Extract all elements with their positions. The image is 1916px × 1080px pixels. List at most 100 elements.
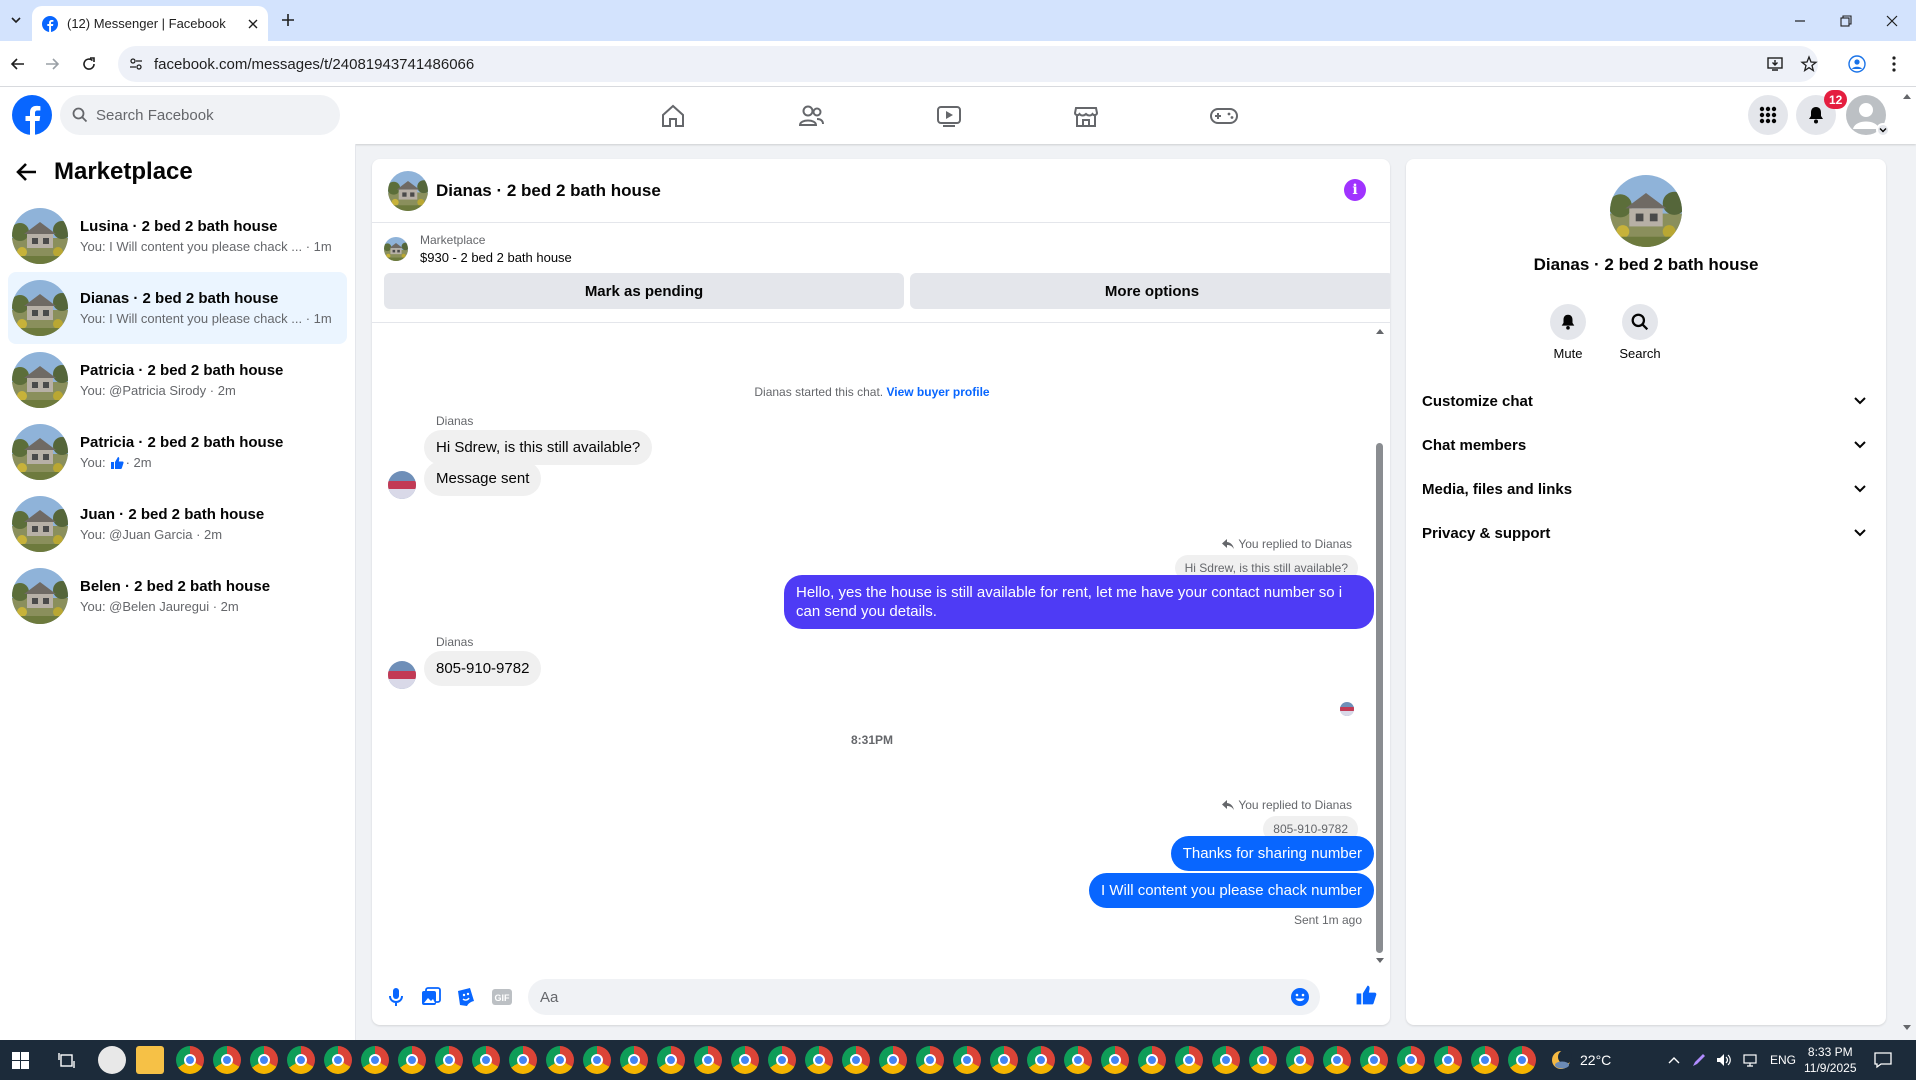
gif-icon[interactable]: GIF [490,985,514,1009]
chrome-taskbar-icon[interactable] [731,1046,759,1074]
forward-button[interactable] [40,52,64,76]
sticker-icon[interactable] [454,985,478,1009]
browser-menu-icon[interactable] [1882,52,1906,76]
chrome-taskbar-icon[interactable] [213,1046,241,1074]
chrome-taskbar-icon[interactable] [1064,1046,1092,1074]
chrome-taskbar-icon[interactable] [1027,1046,1055,1074]
chrome-taskbar-icon[interactable] [1212,1046,1240,1074]
marketplace-nav-icon[interactable] [1030,91,1142,141]
chrome-taskbar-icon[interactable] [1249,1046,1277,1074]
profile-icon[interactable] [1845,52,1869,76]
windows-start-icon[interactable] [12,1052,29,1069]
browser-tab[interactable]: (12) Messenger | Facebook [32,6,268,41]
tab-list-button[interactable] [6,10,26,30]
restore-button[interactable] [1823,0,1869,41]
chrome-taskbar-icon[interactable] [620,1046,648,1074]
menu-grid-icon[interactable] [1748,95,1788,135]
chrome-taskbar-icon[interactable] [1360,1046,1388,1074]
account-chevron-down-icon[interactable] [1876,123,1890,137]
chrome-taskbar-icon[interactable] [657,1046,685,1074]
chrome-taskbar-icon[interactable] [398,1046,426,1074]
back-button[interactable] [6,52,30,76]
install-app-icon[interactable] [1763,52,1787,76]
chrome-taskbar-icon[interactable] [324,1046,352,1074]
chrome-taskbar-icon[interactable] [509,1046,537,1074]
conversation-item[interactable]: Patricia · 2 bed 2 bath house You: · 2m [8,416,347,488]
clock[interactable]: 8:33 PM 11/9/2025 [1804,1040,1857,1080]
chrome-taskbar-icon[interactable] [768,1046,796,1074]
conversation-item[interactable]: Patricia · 2 bed 2 bath house You: @Patr… [8,344,347,416]
message-scrollbar[interactable] [1374,323,1384,969]
conversation-item[interactable]: Juan · 2 bed 2 bath house You: @Juan Gar… [8,488,347,560]
page-scrollbar[interactable] [1902,92,1912,1032]
chat-title[interactable]: Dianas · 2 bed 2 bath house [436,181,661,201]
chrome-taskbar-icon[interactable] [1397,1046,1425,1074]
chrome-taskbar-icon[interactable] [1434,1046,1462,1074]
notification-center-icon[interactable] [1874,1051,1892,1069]
mute-action[interactable]: Mute [1538,304,1598,361]
facebook-search-box[interactable] [60,95,340,135]
system-tray-icons[interactable]: ENG [1668,1040,1796,1080]
chrome-taskbar-icon[interactable] [1323,1046,1351,1074]
chrome-taskbar-icon[interactable] [1138,1046,1166,1074]
conversation-item[interactable]: Lusina · 2 bed 2 bath house You: I Will … [8,200,347,272]
chat-avatar[interactable] [388,170,428,211]
pen-icon[interactable] [1692,1053,1706,1067]
gaming-nav-icon[interactable] [1168,91,1280,141]
customize-chat-section[interactable]: Customize chat [1414,379,1878,423]
view-buyer-profile-link[interactable]: View buyer profile [886,385,989,399]
omnibox[interactable]: facebook.com/messages/t/2408194374148606… [118,46,1818,82]
weather-widget[interactable]: 22°C [1550,1040,1611,1080]
mark-as-pending-button[interactable]: Mark as pending [384,273,904,309]
chrome-taskbar-icon[interactable] [1471,1046,1499,1074]
chrome-taskbar-icon[interactable] [546,1046,574,1074]
message-input[interactable] [540,988,1280,1006]
privacy-support-section[interactable]: Privacy & support [1414,511,1878,555]
more-options-button[interactable]: More options [910,273,1390,309]
search-action[interactable]: Search [1610,304,1670,361]
chrome-taskbar-icon[interactable] [250,1046,278,1074]
volume-icon[interactable] [1716,1053,1732,1067]
network-icon[interactable] [1742,1053,1758,1067]
chrome-taskbar-icon[interactable] [472,1046,500,1074]
chrome-taskbar-icon[interactable] [361,1046,389,1074]
chrome-taskbar-icon[interactable] [1175,1046,1203,1074]
tab-close-icon[interactable] [248,19,258,29]
site-settings-icon[interactable] [128,56,144,72]
facebook-search-input[interactable] [96,106,316,124]
back-arrow-icon[interactable] [16,162,38,182]
language-indicator[interactable]: ENG [1770,1053,1796,1067]
info-icon[interactable]: i [1344,179,1366,201]
message-input-box[interactable] [528,979,1320,1015]
tray-chevron-up-icon[interactable] [1668,1056,1680,1064]
chrome-taskbar-icon[interactable] [953,1046,981,1074]
incoming-message[interactable]: 805-910-9782 [424,651,542,686]
chrome-taskbar-icon[interactable] [842,1046,870,1074]
emoji-icon[interactable] [1290,987,1310,1007]
like-thumbs-up-icon[interactable] [1354,983,1378,1007]
taskbar-app-icon[interactable] [98,1046,126,1074]
chrome-taskbar-icon[interactable] [1286,1046,1314,1074]
video-nav-icon[interactable] [893,91,1005,141]
bookmark-star-icon[interactable] [1797,52,1821,76]
file-explorer-icon[interactable] [136,1046,164,1074]
chrome-taskbar-icon[interactable] [694,1046,722,1074]
media-files-links-section[interactable]: Media, files and links [1414,467,1878,511]
incoming-message[interactable]: Message sent [424,461,542,496]
incoming-message[interactable]: Hi Sdrew, is this still available? [424,430,653,465]
close-window-button[interactable] [1869,0,1915,41]
task-view-icon[interactable] [58,1052,75,1069]
conversation-item-active[interactable]: Dianas · 2 bed 2 bath house You: I Will … [8,272,347,344]
chrome-taskbar-icon[interactable] [583,1046,611,1074]
chrome-taskbar-icon[interactable] [287,1046,315,1074]
facebook-logo-icon[interactable] [12,95,52,135]
chrome-taskbar-icon[interactable] [435,1046,463,1074]
photo-gallery-icon[interactable] [419,985,443,1009]
listing-thumbnail-small[interactable] [384,237,408,261]
outgoing-message[interactable]: Hello, yes the house is still available … [784,575,1374,629]
info-avatar[interactable] [1610,175,1682,247]
chrome-taskbar-icon[interactable] [805,1046,833,1074]
friends-nav-icon[interactable] [755,91,867,141]
new-tab-button[interactable] [278,10,298,30]
conversation-item[interactable]: Belen · 2 bed 2 bath house You: @Belen J… [8,560,347,632]
